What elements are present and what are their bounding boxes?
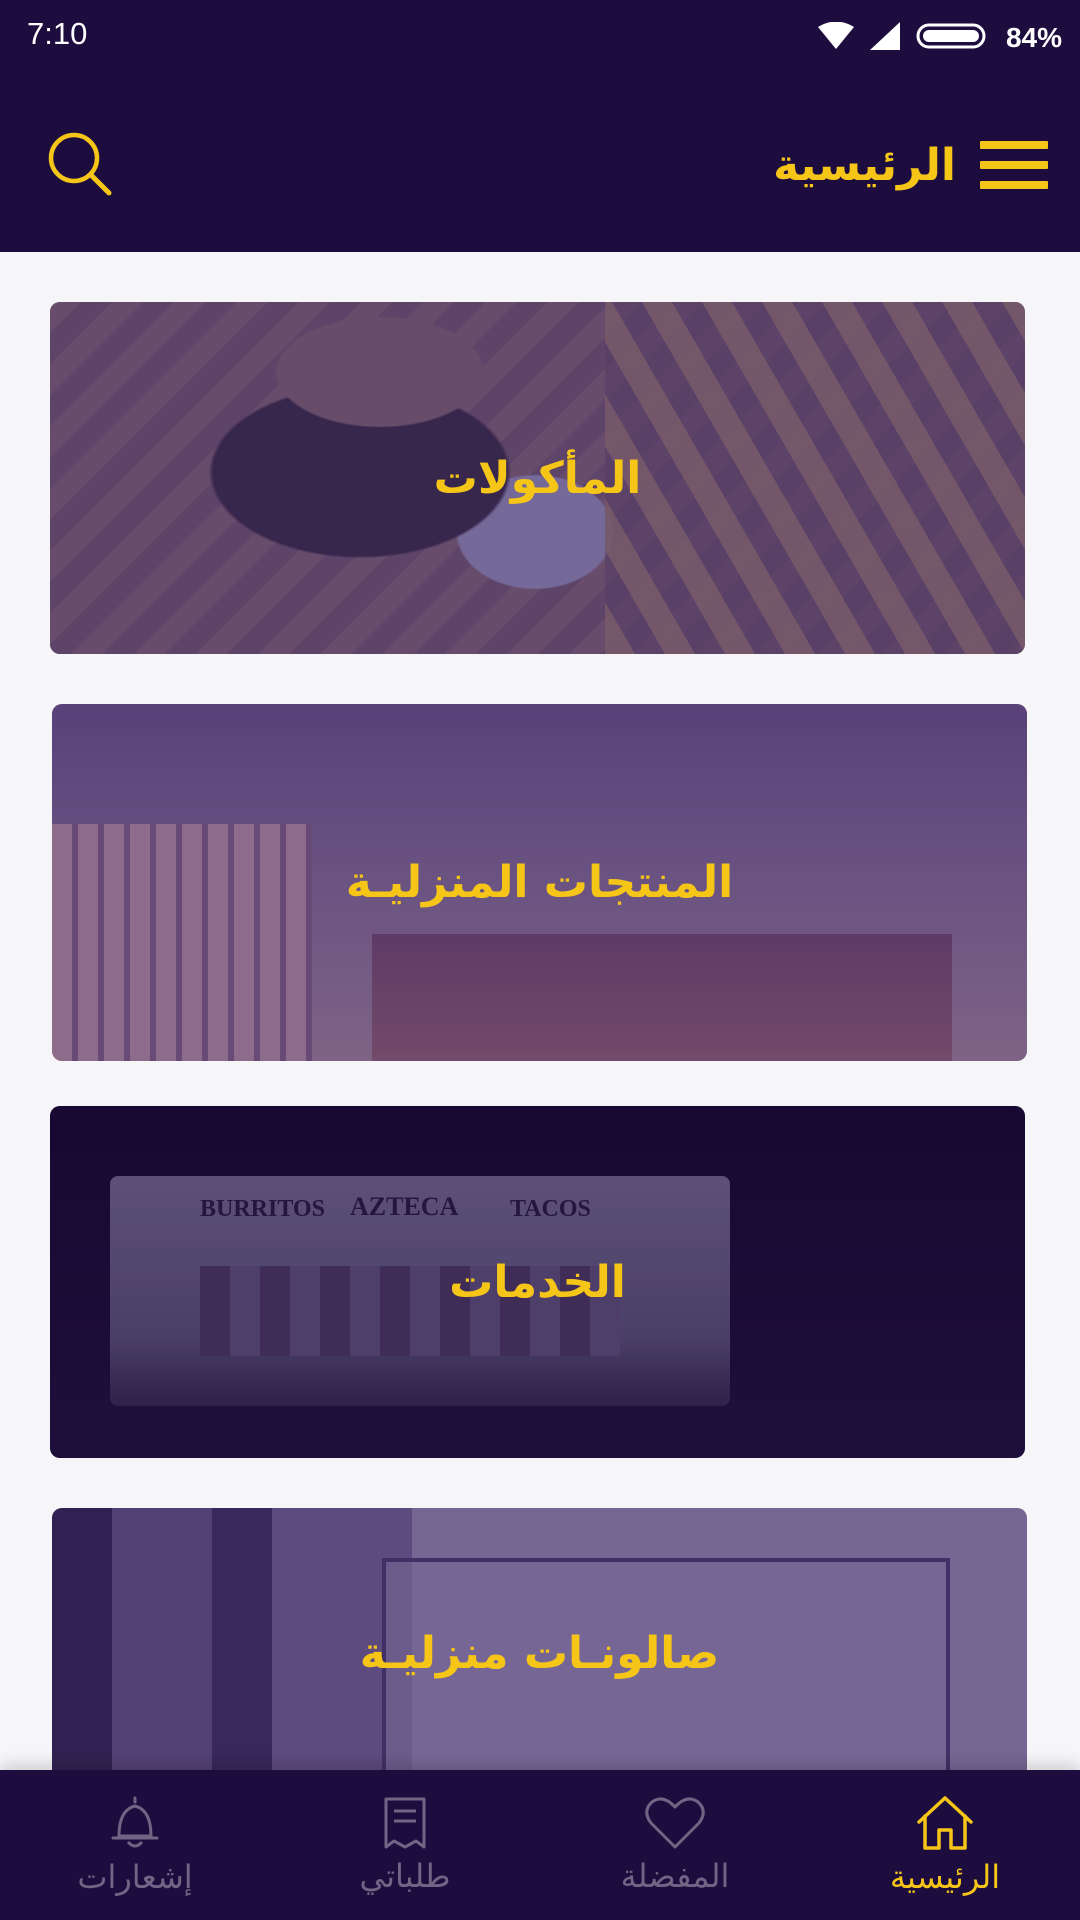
nav-item-favorites[interactable]: المفضلة (540, 1770, 810, 1920)
header-title-group: الرئيسية (773, 130, 1048, 200)
page-title: الرئيسية (773, 139, 956, 191)
category-label: المأكولات (433, 452, 642, 504)
heart-icon (645, 1797, 705, 1849)
truck-text: TACOS (510, 1196, 591, 1222)
category-card-food[interactable]: المأكولات (50, 302, 1025, 654)
app-bar: الرئيسية (0, 74, 1080, 252)
nav-item-my-orders[interactable]: طلباتي (270, 1770, 540, 1920)
battery-percentage: 84% (1005, 22, 1062, 53)
nav-label: المفضلة (620, 1857, 730, 1895)
nav-label: طلباتي (359, 1857, 451, 1895)
signal-icon (869, 22, 900, 54)
status-time: 7:10 (27, 16, 88, 51)
truck-text: BURRITOS (200, 1196, 325, 1222)
receipt-icon (384, 1797, 426, 1849)
category-list: المأكولات المنتجات المنزليـة BURRITOS AZ… (0, 252, 1080, 1770)
truck-text: AZTECA (350, 1192, 459, 1221)
bell-icon (111, 1796, 159, 1848)
category-card-home-products[interactable]: المنتجات المنزليـة (52, 704, 1027, 1061)
home-icon (917, 1796, 973, 1850)
nav-label: إشعارات (77, 1858, 193, 1896)
status-bar: 7:10 84% (0, 0, 1080, 74)
category-label: المنتجات المنزليـة (345, 857, 734, 908)
nav-item-home[interactable]: الرئيسية (810, 1770, 1080, 1920)
nav-item-notifications[interactable]: إشعارات (0, 1770, 270, 1920)
search-icon (48, 132, 112, 196)
category-label: صالونـات منزليـة (359, 1627, 720, 1679)
category-card-home-salons[interactable]: صالونـات منزليـة (52, 1508, 1027, 1770)
wifi-icon (817, 21, 854, 54)
nav-label: الرئيسية (889, 1858, 1001, 1896)
hamburger-menu-icon[interactable] (980, 141, 1048, 189)
category-label: الخدمات (449, 1256, 626, 1308)
bottom-nav: إشعارات طلباتي المفضلة الرئيسية (0, 1770, 1080, 1920)
search-button[interactable] (40, 124, 120, 204)
battery-icon (916, 22, 990, 54)
category-card-services[interactable]: BURRITOS AZTECA TACOS الخدمات (50, 1106, 1025, 1458)
status-icons: 84% (817, 18, 1062, 58)
